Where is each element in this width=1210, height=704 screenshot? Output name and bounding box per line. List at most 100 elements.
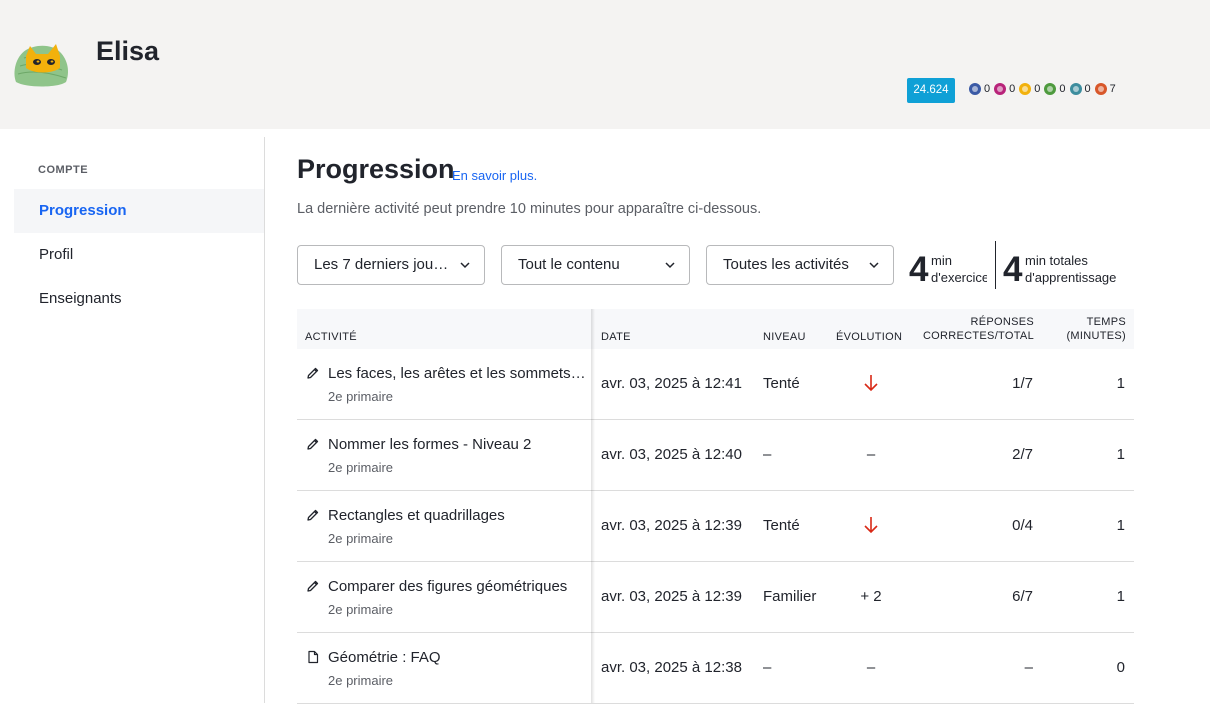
header-time-line1: TEMPS: [1086, 316, 1126, 328]
progress-table-header: ACTIVITÉ DATE NIVEAU ÉVOLUTION RÉPONSES …: [297, 309, 1134, 349]
header-time-line2: (MINUTES): [1066, 330, 1126, 342]
badge-count: 0: [1059, 83, 1066, 95]
total-minutes-unit: min totales d'apprentissage: [1025, 252, 1135, 286]
activity-level: Familier: [763, 588, 817, 605]
header-evolution[interactable]: ÉVOLUTION: [836, 330, 902, 344]
total-minutes-value: 4: [1003, 250, 1023, 289]
pencil-icon: [307, 580, 319, 592]
activity-grade: 2e primaire: [328, 389, 394, 404]
activity-date: avr. 03, 2025 à 12:40: [601, 446, 742, 463]
activity-title-link[interactable]: Comparer des figures géométriques: [328, 578, 586, 595]
sidebar-heading: COMPTE: [38, 164, 89, 176]
activity-grade: 2e primaire: [328, 602, 394, 617]
badge-count-item[interactable]: 7: [1094, 83, 1116, 95]
period-select[interactable]: Les 7 derniers jou…: [297, 245, 485, 285]
activity-score: 0/4: [1012, 517, 1033, 534]
activity-date: avr. 03, 2025 à 12:39: [601, 517, 742, 534]
badge-magenta-icon: [994, 83, 1007, 95]
pencil-icon: [307, 367, 319, 379]
badge-count: 0: [984, 83, 991, 95]
total-unit-line1: min totales: [1025, 253, 1088, 268]
activity-level: Tenté: [763, 375, 800, 392]
user-name: Elisa: [96, 36, 160, 66]
learn-more-link[interactable]: En savoir plus.: [452, 168, 537, 183]
period-select-value: Les 7 derniers jou…: [314, 256, 449, 273]
profile-header: Elisa 24.624 0 0 0 0 0 7: [0, 0, 1210, 129]
activity-time: 1: [1116, 517, 1125, 534]
activities-select-value: Toutes les activités: [723, 256, 849, 273]
content-select[interactable]: Tout le contenu: [501, 245, 690, 285]
activity-title-link[interactable]: Nommer les formes - Niveau 2: [328, 436, 586, 453]
page-title: Progression: [297, 154, 455, 184]
activity-title-link[interactable]: Géométrie : FAQ: [328, 649, 586, 666]
header-score-line1: RÉPONSES: [970, 316, 1034, 328]
badge-count: 7: [1109, 83, 1116, 95]
pencil-icon: [307, 509, 319, 521]
badge-count-item[interactable]: 0: [1019, 83, 1040, 95]
badge-count: 0: [1034, 83, 1041, 95]
activity-time: 1: [1116, 446, 1125, 463]
badge-count-item[interactable]: 0: [1069, 83, 1091, 95]
activity-grade: 2e primaire: [328, 460, 394, 475]
activity-score: 6/7: [1012, 588, 1033, 605]
activity-evolution: –: [866, 446, 876, 463]
activity-title-link[interactable]: Les faces, les arêtes et les sommets…: [328, 365, 586, 382]
activity-time: 1: [1116, 375, 1125, 392]
avatar[interactable]: [12, 42, 70, 88]
header-score-line2: CORRECTES/TOTAL: [922, 330, 1034, 342]
table-row: Géométrie : FAQ 2e primaire avr. 03, 2025 …: [297, 633, 1134, 704]
document-icon: [308, 650, 319, 664]
chevron-down-icon: [460, 262, 470, 269]
table-row: Nommer les formes - Niveau 2 2e primaire a…: [297, 420, 1134, 491]
arrow-down-icon: [864, 517, 878, 534]
pencil-icon: [307, 438, 319, 450]
activity-date: avr. 03, 2025 à 12:38: [601, 659, 742, 676]
activity-level: –: [763, 659, 772, 676]
exercise-minutes-value: 4: [909, 250, 929, 289]
activity-time: 1: [1116, 588, 1125, 605]
header-activity[interactable]: ACTIVITÉ: [305, 330, 357, 344]
activity-level: –: [763, 446, 772, 463]
activity-level: Tenté: [763, 517, 800, 534]
activity-score: 2/7: [1012, 446, 1033, 463]
header-date[interactable]: DATE: [601, 330, 631, 344]
sidebar-item-profil[interactable]: Profil: [14, 233, 264, 277]
stats-divider: [995, 241, 996, 289]
account-sidebar: COMPTE Progression Profil Enseignants: [0, 137, 265, 703]
badge-count-item[interactable]: 0: [994, 83, 1015, 95]
activity-score: 1/7: [1012, 375, 1033, 392]
activity-grade: 2e primaire: [328, 531, 394, 546]
activity-date: avr. 03, 2025 à 12:39: [601, 588, 742, 605]
badge-green-icon: [1044, 83, 1057, 95]
activity-evolution: –: [866, 659, 876, 676]
badge-count: 0: [1009, 83, 1016, 95]
activity-evolution: + 2: [860, 588, 882, 605]
page-subtitle: La dernière activité peut prendre 10 min…: [297, 201, 762, 217]
exercise-unit-line2: d'exercice: [931, 270, 987, 285]
arrow-down-icon: [864, 375, 878, 392]
chevron-down-icon: [869, 262, 879, 269]
exercise-minutes-unit: min d'exercice: [931, 252, 987, 286]
header-level[interactable]: NIVEAU: [763, 330, 806, 344]
header-time[interactable]: TEMPS (MINUTES): [1055, 315, 1126, 343]
table-row: Les faces, les arêtes et les sommets… 2e …: [297, 349, 1134, 420]
activity-date: avr. 03, 2025 à 12:41: [601, 375, 742, 392]
badge-count-item[interactable]: 0: [1044, 83, 1066, 95]
content-select-value: Tout le contenu: [518, 256, 620, 273]
badge-count-item[interactable]: 0: [969, 83, 990, 95]
sticky-column-shadow: [591, 309, 595, 703]
sidebar-item-progression[interactable]: Progression: [14, 189, 264, 233]
chevron-down-icon: [665, 262, 675, 269]
sidebar-item-enseignants[interactable]: Enseignants: [14, 277, 264, 321]
header-score[interactable]: RÉPONSES CORRECTES/TOTAL: [917, 315, 1034, 343]
badge-counts: 0 0 0 0 0 7: [969, 83, 1117, 95]
activity-grade: 2e primaire: [328, 673, 394, 688]
activity-title-link[interactable]: Rectangles et quadrillages: [328, 507, 586, 524]
total-unit-line2: d'apprentissage: [1025, 270, 1117, 285]
activity-score: –: [1024, 659, 1033, 676]
badge-count: 0: [1084, 83, 1091, 95]
activities-select[interactable]: Toutes les activités: [706, 245, 894, 285]
badge-gold-icon: [1019, 83, 1032, 95]
table-row: Rectangles et quadrillages 2e primaire avr…: [297, 491, 1134, 562]
badge-blue-icon: [969, 83, 981, 95]
